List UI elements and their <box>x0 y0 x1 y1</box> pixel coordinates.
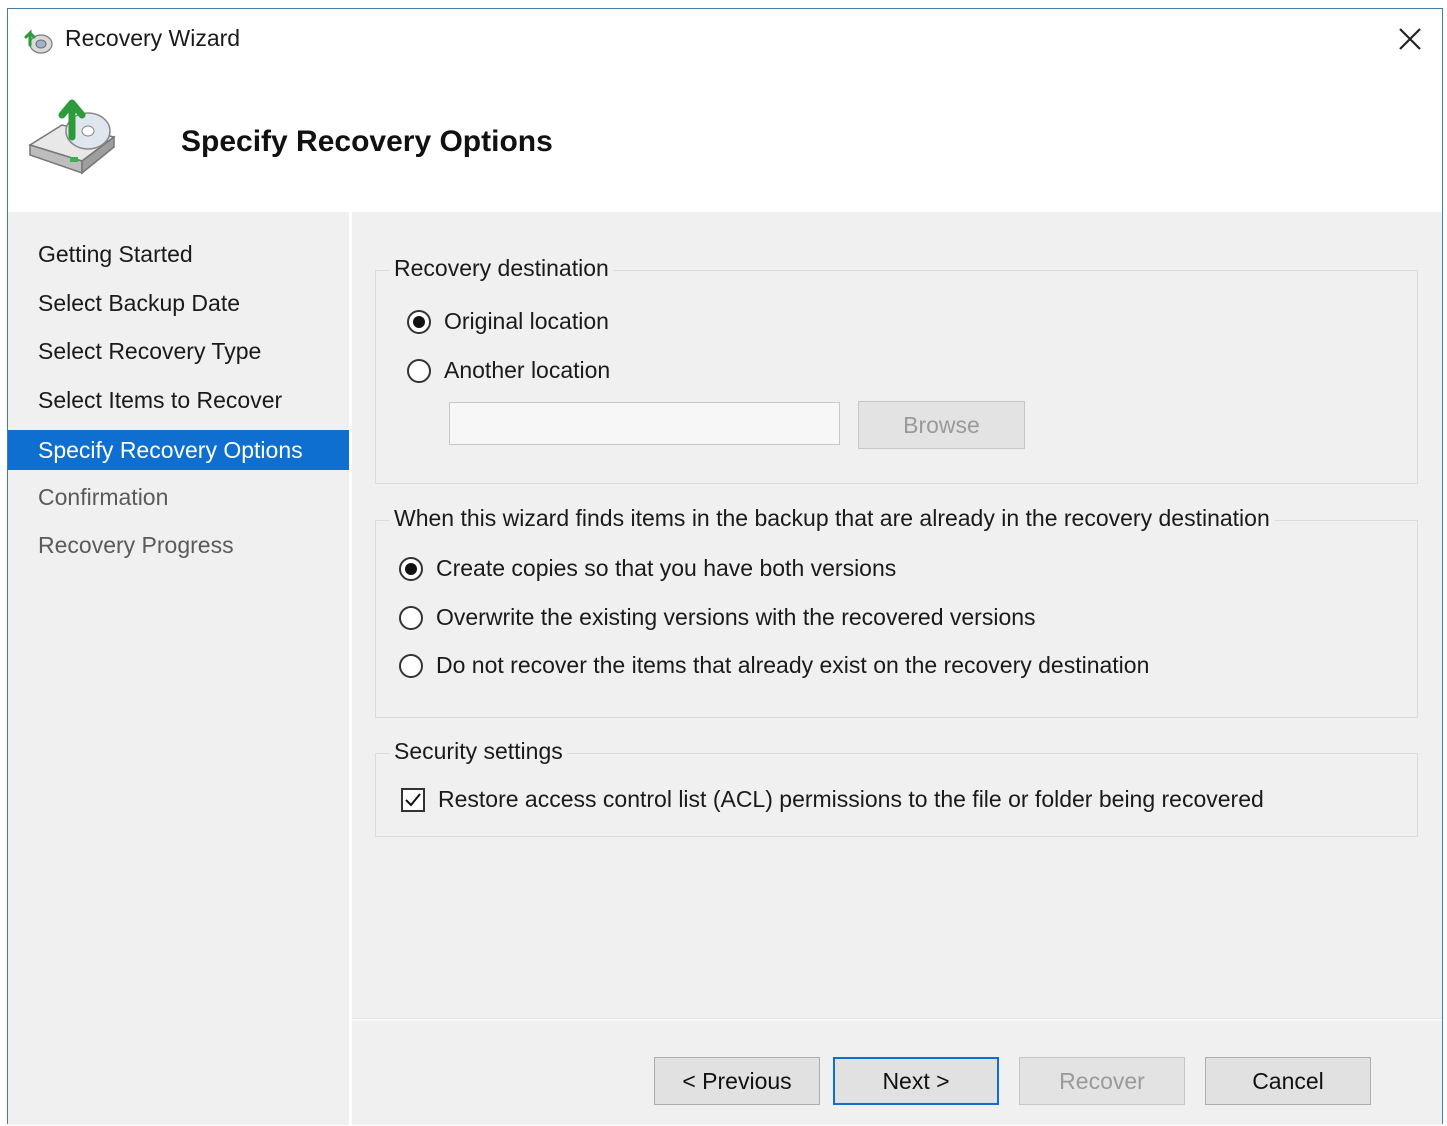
recovery-wizard-icon <box>24 29 53 54</box>
create-copies-label: Create copies so that you have both vers… <box>436 555 897 581</box>
original-location-radio[interactable]: Original location <box>407 308 609 335</box>
content-panel: Recovery destination Original location A… <box>352 212 1442 1125</box>
page-title: Specify Recovery Options <box>181 125 553 158</box>
checkmark-icon <box>405 792 421 806</box>
radio-indicator-checked <box>407 309 431 334</box>
conflict-handling-legend: When this wizard finds items in the back… <box>390 505 1274 532</box>
radio-indicator <box>399 653 423 678</box>
nav-item-confirmation: Confirmation <box>38 484 169 510</box>
security-settings-group: Security settings Restore access control… <box>375 738 1418 837</box>
nav-item-select-recovery-type[interactable]: Select Recovery Type <box>8 331 349 371</box>
location-path-input[interactable] <box>449 402 840 445</box>
create-copies-radio[interactable]: Create copies so that you have both vers… <box>399 555 896 582</box>
title-bar: Recovery Wizard <box>8 9 1442 67</box>
security-settings-legend: Security settings <box>390 738 567 765</box>
recovery-destination-group: Recovery destination Original location A… <box>375 255 1418 484</box>
footer-divider <box>352 1018 1442 1021</box>
recovery-destination-legend: Recovery destination <box>390 255 613 282</box>
another-location-label: Another location <box>444 357 611 383</box>
nav-item-select-backup-date[interactable]: Select Backup Date <box>8 283 349 323</box>
nav-item-getting-started[interactable]: Getting Started <box>8 234 349 274</box>
another-location-radio[interactable]: Another location <box>407 357 610 384</box>
recovery-wizard-window: Recovery Wizard Specify Recovery Options… <box>7 8 1443 1125</box>
do-not-recover-radio[interactable]: Do not recover the items that already ex… <box>399 652 1149 679</box>
nav-item-specify-recovery-options[interactable]: Specify Recovery Options <box>8 430 349 470</box>
overwrite-radio[interactable]: Overwrite the existing versions with the… <box>399 604 1036 631</box>
window-title: Recovery Wizard <box>65 25 241 51</box>
do-not-recover-label: Do not recover the items that already ex… <box>436 652 1150 678</box>
checkbox-indicator-checked <box>401 787 425 812</box>
restore-acl-label: Restore access control list (ACL) permis… <box>438 786 1264 812</box>
nav-item-select-items-to-recover[interactable]: Select Items to Recover <box>8 380 349 420</box>
browse-button[interactable]: Browse <box>858 401 1025 449</box>
next-button[interactable]: Next > <box>833 1057 999 1105</box>
recover-button[interactable]: Recover <box>1019 1057 1185 1105</box>
close-button[interactable] <box>1392 21 1428 57</box>
radio-indicator <box>399 605 423 630</box>
original-location-label: Original location <box>444 308 609 334</box>
radio-indicator-checked <box>399 556 423 581</box>
nav-item-recovery-progress: Recovery Progress <box>38 532 234 558</box>
previous-button[interactable]: < Previous <box>654 1057 820 1105</box>
conflict-handling-group: When this wizard finds items in the back… <box>375 505 1418 718</box>
cancel-button[interactable]: Cancel <box>1205 1057 1371 1105</box>
wizard-steps-nav: Getting Started Select Backup Date Selec… <box>8 212 349 1125</box>
overwrite-label: Overwrite the existing versions with the… <box>436 604 1036 630</box>
restore-acl-checkbox[interactable]: Restore access control list (ACL) permis… <box>401 786 1264 813</box>
close-icon <box>1399 28 1421 50</box>
backup-disk-icon <box>28 99 116 175</box>
radio-indicator <box>407 358 431 383</box>
